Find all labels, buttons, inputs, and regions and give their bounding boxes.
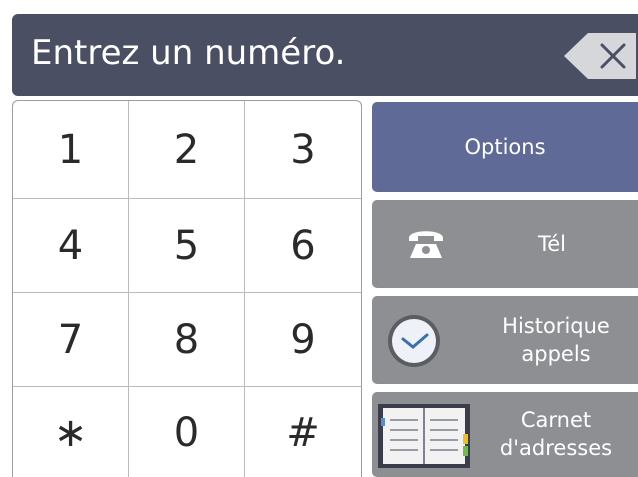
options-button[interactable]: Options <box>372 102 638 192</box>
options-label: Options <box>464 135 546 159</box>
clock-icon <box>386 313 442 373</box>
dial-keypad: 1 2 3 4 5 6 7 8 9 ∗ 0 # <box>12 100 362 477</box>
key-9[interactable]: 9 <box>245 293 361 387</box>
telephone-icon <box>406 224 446 264</box>
key-6[interactable]: 6 <box>245 199 361 293</box>
address-book-label-line2: d'adresses <box>499 436 613 460</box>
key-star[interactable]: ∗ <box>13 387 129 477</box>
backspace-button[interactable] <box>562 32 638 80</box>
address-book-label-line1: Carnet <box>520 408 592 432</box>
key-hash[interactable]: # <box>245 387 361 477</box>
number-entry-header: Entrez un numéro. <box>12 14 638 96</box>
call-history-button[interactable]: Historique appels <box>372 296 638 384</box>
address-book-icon <box>378 404 470 472</box>
number-entry-prompt: Entrez un numéro. <box>31 33 346 73</box>
key-0[interactable]: 0 <box>129 387 245 477</box>
key-8[interactable]: 8 <box>129 293 245 387</box>
address-book-button[interactable]: Carnet d'adresses <box>372 392 638 477</box>
key-4[interactable]: 4 <box>13 199 129 293</box>
history-label-line1: Historique <box>502 314 610 338</box>
key-2[interactable]: 2 <box>129 101 245 199</box>
history-label-line2: appels <box>521 342 591 366</box>
backspace-icon <box>564 33 636 79</box>
key-5[interactable]: 5 <box>129 199 245 293</box>
key-1[interactable]: 1 <box>13 101 129 199</box>
tel-label: Tél <box>537 232 566 256</box>
key-7[interactable]: 7 <box>13 293 129 387</box>
key-3[interactable]: 3 <box>245 101 361 199</box>
tel-button[interactable]: Tél <box>372 200 638 288</box>
